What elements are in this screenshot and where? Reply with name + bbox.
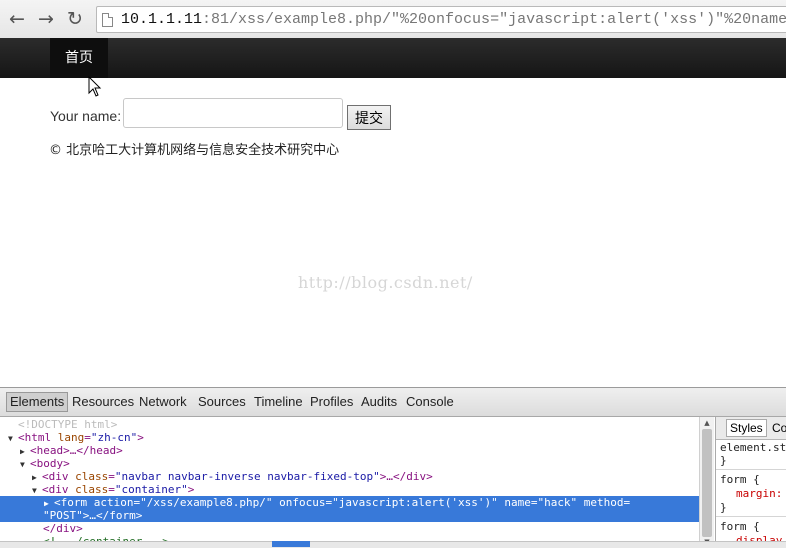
nav-home-link[interactable]: 首页 xyxy=(50,38,108,78)
dom-html[interactable]: ▼ <html lang="zh-cn"> xyxy=(0,431,699,444)
tab-styles[interactable]: Styles xyxy=(726,419,767,437)
rule-close: } xyxy=(720,454,727,467)
tab-timeline[interactable]: Timeline xyxy=(251,392,306,412)
rule-selector[interactable]: form { xyxy=(720,473,760,486)
forward-arrow-icon[interactable]: → xyxy=(35,8,57,30)
dom-navbar-div[interactable]: ▶ <div class="navbar navbar-inverse navba… xyxy=(0,470,699,483)
dom-container-div[interactable]: ▼ <div class="container"> xyxy=(0,483,699,496)
styles-pane: Styles Co element.st } form { margin: } … xyxy=(715,417,786,548)
css-property[interactable]: margin: xyxy=(736,487,782,500)
devtools-panel: Elements Resources Network Sources Timel… xyxy=(0,387,786,548)
dom-doctype[interactable]: <!DOCTYPE html> xyxy=(0,418,699,431)
dom-scrollbar[interactable]: ▲ ▼ xyxy=(699,417,714,548)
styles-tab-bar: Styles Co xyxy=(716,417,786,440)
dom-tree: <!DOCTYPE html> ▼ <html lang="zh-cn"> ▶ <h… xyxy=(0,417,699,548)
dom-div-close[interactable]: </div> xyxy=(0,522,699,535)
value-text: "container" xyxy=(114,483,188,496)
tab-resources[interactable]: Resources xyxy=(69,392,137,412)
tab-network[interactable]: Network xyxy=(136,392,190,412)
tag-text: <head>…</head> xyxy=(30,444,123,457)
watermark: http://blog.csdn.net/ xyxy=(298,273,473,292)
attr-text: class xyxy=(75,483,109,496)
tab-audits[interactable]: Audits xyxy=(358,392,400,412)
doctype-text: <!DOCTYPE html> xyxy=(18,418,118,431)
rule-close: } xyxy=(720,501,727,514)
tab-console[interactable]: Console xyxy=(403,392,457,412)
tag-text: <div xyxy=(42,483,69,496)
url-path: :81/xss/example8.php/"%20onfocus="javasc… xyxy=(202,11,786,28)
site-navbar xyxy=(0,38,786,78)
footer-copyright: © 北京哈工大计算机网络与信息安全技术研究中心 xyxy=(49,143,340,158)
url-host: 10.1.1.11 xyxy=(121,11,203,28)
scroll-thumb[interactable] xyxy=(702,429,712,537)
rule-divider xyxy=(716,469,786,470)
tab-sources[interactable]: Sources xyxy=(195,392,249,412)
dom-body[interactable]: ▼ <body> xyxy=(0,457,699,470)
tag-text: <div xyxy=(42,470,69,483)
tag-text: </div> xyxy=(43,522,83,535)
form-line-2: "POST">…</form> xyxy=(43,509,143,522)
tab-profiles[interactable]: Profiles xyxy=(307,392,356,412)
back-arrow-icon[interactable]: ← xyxy=(6,8,28,30)
rule-selector[interactable]: form { xyxy=(720,520,760,533)
tag-text: > xyxy=(137,431,144,444)
devtools-tab-bar: Elements Resources Network Sources Timel… xyxy=(0,388,786,417)
tag-text: <html xyxy=(18,431,52,444)
tag-text: > xyxy=(187,483,195,496)
url-text: 10.1.1.11:81/xss/example8.php/"%20onfocu… xyxy=(121,10,786,30)
scroll-up-icon[interactable]: ▲ xyxy=(702,418,712,428)
tab-elements[interactable]: Elements xyxy=(6,392,69,412)
reload-icon[interactable]: ↻ xyxy=(64,8,86,30)
mouse-cursor-icon xyxy=(88,76,102,97)
name-label: Your name: xyxy=(50,108,122,124)
name-input[interactable] xyxy=(123,98,343,128)
tab-computed[interactable]: Co xyxy=(769,419,786,437)
value-text: "zh-cn" xyxy=(90,431,138,444)
dom-form-selected[interactable]: ▶ <form action="/xss/example8.php/" onfoc… xyxy=(0,496,699,522)
status-highlight xyxy=(272,541,310,547)
tag-text: <body> xyxy=(30,457,70,470)
rule-selector[interactable]: element.st xyxy=(720,441,786,454)
browser-toolbar: ← → ↻ 10.1.1.11:81/xss/example8.php/"%20… xyxy=(0,0,786,38)
value-text: "navbar navbar-inverse navbar-fixed-top" xyxy=(114,470,380,483)
tag-text: >…</div> xyxy=(379,470,433,483)
dom-head[interactable]: ▶ <head>…</head> xyxy=(0,444,699,457)
attr-text: class xyxy=(75,470,109,483)
form-line-1: <form action="/xss/example8.php/" onfocu… xyxy=(54,496,631,509)
rule-divider xyxy=(716,516,786,517)
submit-button[interactable]: 提交 xyxy=(347,105,391,130)
page-icon xyxy=(102,13,113,27)
address-bar[interactable]: 10.1.1.11:81/xss/example8.php/"%20onfocu… xyxy=(96,6,786,33)
attr-text: lang xyxy=(57,431,85,444)
